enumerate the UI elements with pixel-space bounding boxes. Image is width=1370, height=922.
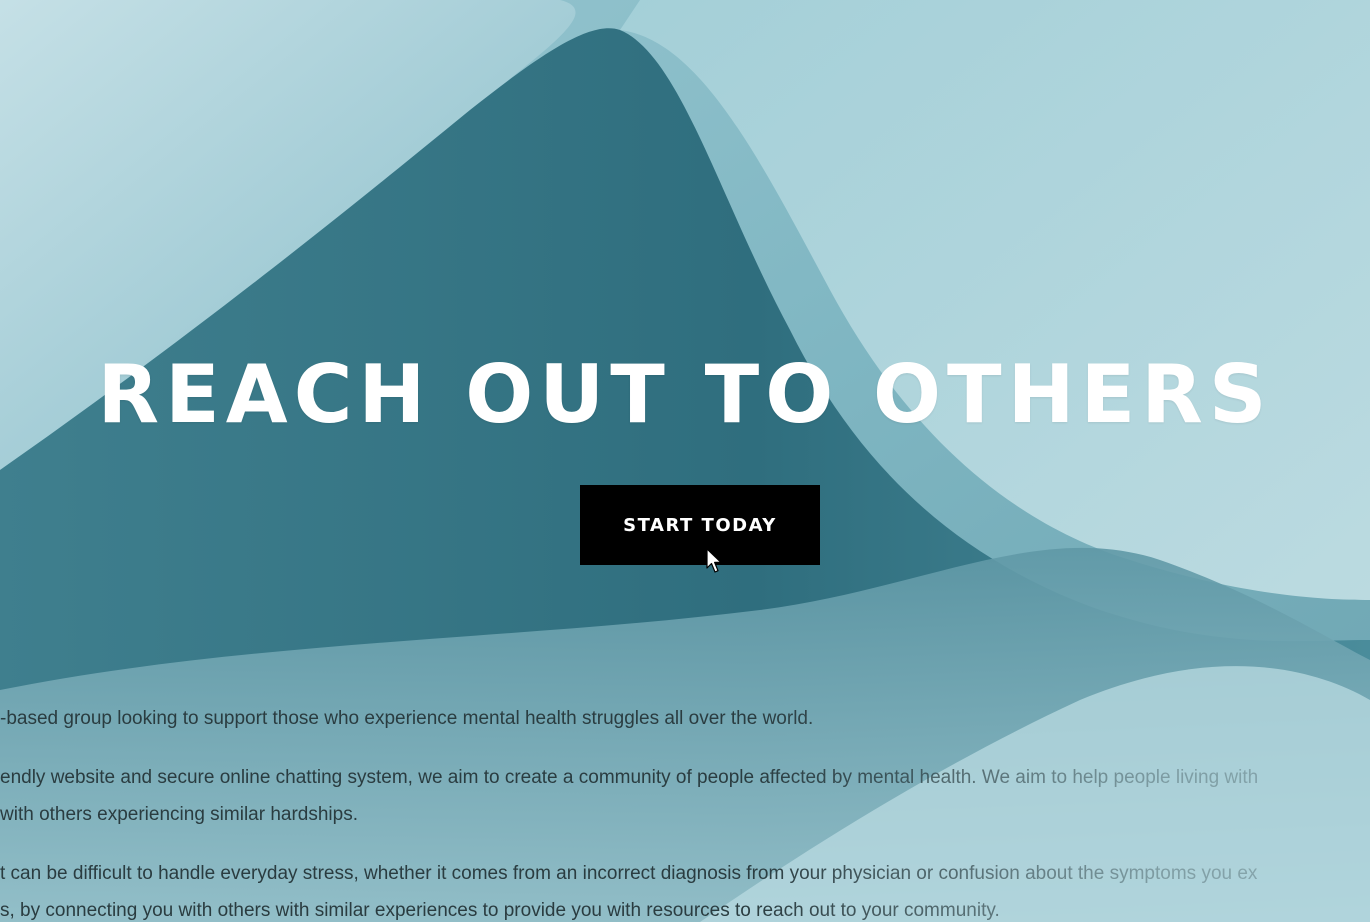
about-paragraph-3: t can be difficult to handle everyday st… [0, 855, 1370, 922]
about-paragraph-2-line-1: endly website and secure online chatting… [0, 767, 1259, 788]
mouse-pointer-icon [706, 548, 722, 573]
start-today-button[interactable]: START TODAY [580, 485, 820, 565]
about-paragraph-3-line-2: s, by connecting you with others with si… [0, 900, 1000, 921]
hero-title: REACH OUT TO OTHERS [97, 348, 1273, 441]
about-text: -based group looking to support those wh… [0, 700, 1370, 922]
about-paragraph-2-line-2: with others experiencing similar hardshi… [0, 804, 358, 825]
about-paragraph-2: endly website and secure online chatting… [0, 759, 1370, 833]
about-paragraph-3-line-1: t can be difficult to handle everyday st… [0, 863, 1258, 884]
about-paragraph-1: -based group looking to support those wh… [0, 700, 1370, 737]
about-paragraph-1-line-1: -based group looking to support those wh… [0, 708, 814, 729]
hero-section: REACH OUT TO OTHERS START TODAY -based g… [0, 0, 1370, 922]
